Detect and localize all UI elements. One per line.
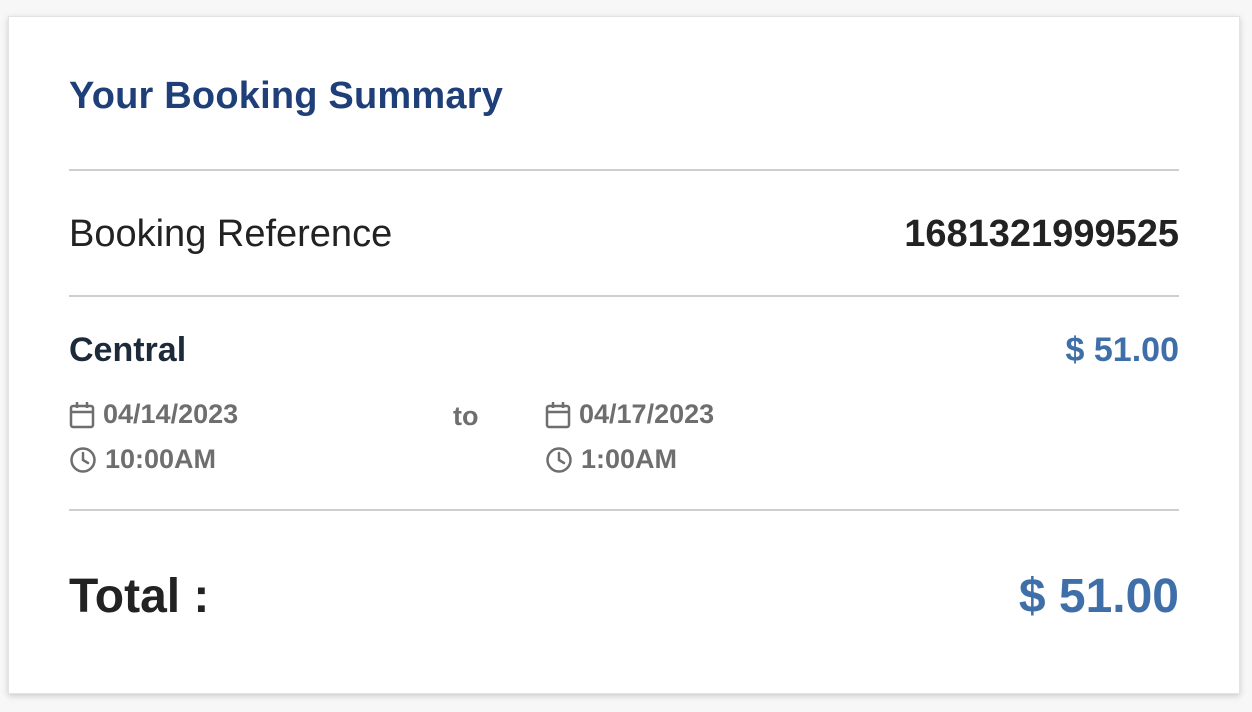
date-range-separator: to [453, 401, 479, 431]
total-value: $ 51.00 [1018, 570, 1179, 623]
booking-reference-label: Booking Reference [69, 213, 393, 255]
start-date: 04/14/2023 [69, 399, 238, 430]
summary-title: Your Booking Summary [69, 75, 504, 117]
booking-reference-value: 1681321999525 [904, 213, 1179, 255]
divider [69, 295, 1179, 297]
calendar-icon [545, 401, 571, 428]
total-label: Total : [69, 570, 210, 623]
start-date-text: 04/14/2023 [103, 399, 239, 429]
booking-summary-content: Your Booking Summary Booking Reference 1… [69, 17, 1179, 693]
booking-summary-card: Your Booking Summary Booking Reference 1… [8, 16, 1240, 694]
clock-icon [546, 446, 572, 473]
location-name: Central [69, 331, 187, 369]
end-time: 1:00AM [545, 444, 677, 475]
divider [69, 509, 1179, 511]
start-time: 10:00AM [69, 444, 216, 475]
calendar-icon [69, 401, 95, 428]
end-date-text: 04/17/2023 [579, 399, 715, 429]
start-time-text: 10:00AM [105, 444, 217, 474]
location-price: $ 51.00 [1065, 331, 1179, 369]
end-time-text: 1:00AM [581, 444, 678, 474]
divider [69, 169, 1179, 171]
end-date: 04/17/2023 [545, 399, 714, 430]
clock-icon [70, 446, 96, 473]
